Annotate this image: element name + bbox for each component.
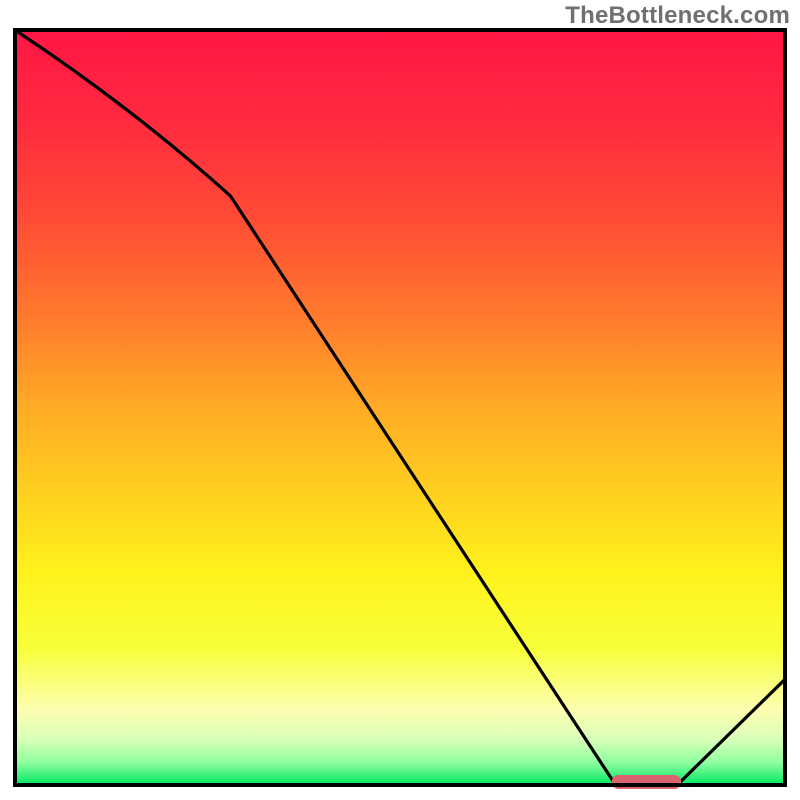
chart-svg — [0, 0, 800, 800]
chart-stage: TheBottleneck.com — [0, 0, 800, 800]
plot-background — [15, 30, 785, 785]
